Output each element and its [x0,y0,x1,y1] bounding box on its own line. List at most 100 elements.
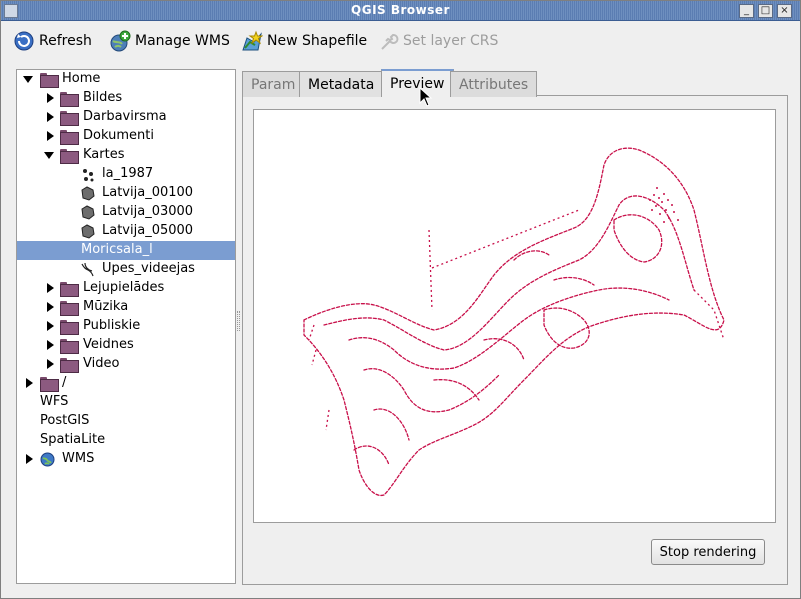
tree-label: / [62,375,67,390]
folder-icon [60,320,79,335]
tree-label: PostGIS [40,413,90,428]
expand-arrow-icon[interactable] [26,454,33,464]
folder-icon [60,149,79,164]
tree-label: Kartes [83,147,125,162]
tab-label: Preview [390,76,445,92]
collapse-arrow-icon[interactable] [23,76,33,83]
tree-item-la-1987[interactable]: la_1987 [17,165,235,184]
tree-item-upes-videejas[interactable]: Upes_videejas [17,260,235,279]
tree-item-muzika[interactable]: Mūzika [17,298,235,317]
stop-rendering-button[interactable]: Stop rendering [651,539,765,565]
window-title: QGIS Browser [351,3,450,17]
expand-arrow-icon[interactable] [47,93,54,103]
refresh-icon [14,31,34,51]
tree-item-veidnes[interactable]: Veidnes [17,336,235,355]
tab-param[interactable]: Param [242,71,305,97]
tree-label: Publiskie [83,318,141,333]
point-layer-icon [83,169,94,182]
tab-attributes[interactable]: Attributes [450,71,538,97]
tree-item-publiskie[interactable]: Publiskie [17,317,235,336]
collapse-arrow-icon[interactable] [44,152,54,159]
maximize-icon[interactable]: □ [758,4,773,18]
close-icon[interactable]: × [777,4,792,18]
tree-item-root[interactable]: / [17,374,235,393]
crs-wrench-icon [381,34,399,50]
expand-arrow-icon[interactable] [47,359,54,369]
tree-item-postgis[interactable]: PostGIS [17,412,235,431]
tree-label: WMS [62,451,95,466]
qgis-browser-window: QGIS Browser _ □ × Refresh Manage WMS Ne… [0,0,801,599]
globe-icon [40,452,55,467]
tree-item-wms[interactable]: WMS [17,450,235,469]
folder-icon [40,73,59,88]
tree-label: Home [62,71,101,86]
tree-label: Lejupielādes [83,280,165,295]
expand-arrow-icon[interactable] [47,283,54,293]
polygon-layer-icon [81,205,95,220]
map-preview[interactable] [253,109,776,523]
tree-label: Video [83,356,120,371]
tree-label: Veidnes [83,337,134,352]
toolbar: Refresh Manage WMS New Shapefile Set lay… [1,22,800,60]
tree-label: WFS [40,394,69,409]
tree-item-home[interactable]: Home [17,70,235,89]
tree-item-spatialite[interactable]: SpatiaLite [17,431,235,450]
polygon-layer-icon [81,224,95,239]
tree-label: la_1987 [102,166,154,181]
tree-label: Upes_videejas [102,261,195,276]
globe-add-icon [110,30,131,52]
set-layer-crs-button[interactable]: Set layer CRS [377,30,498,52]
tab-metadata[interactable]: Metadata [299,71,384,97]
expand-arrow-icon[interactable] [47,302,54,312]
tree-label: SpatiaLite [40,432,106,447]
tree-label: Mūzika [83,299,129,314]
tree-item-bildes[interactable]: Bildes [17,89,235,108]
tree-item-latvija-00100[interactable]: Latvija_00100 [17,184,235,203]
tree-item-wfs[interactable]: WFS [17,393,235,412]
folder-icon [60,111,79,126]
tab-preview[interactable]: Preview [381,69,454,97]
title-bar[interactable]: QGIS Browser _ □ × [1,1,800,21]
refresh-button[interactable]: Refresh [13,30,92,52]
tree-item-lejupielades[interactable]: Lejupielādes [17,279,235,298]
tree-label: Dokumenti [83,128,154,143]
splitter-handle[interactable] [237,311,240,331]
tree-item-darbavirsma[interactable]: Darbavirsma [17,108,235,127]
line-layer-icon [81,262,94,277]
expand-arrow-icon[interactable] [47,112,54,122]
folder-icon [60,92,79,107]
browser-tree[interactable]: Home Bildes Darbavirsma Dokumenti Kartes [16,69,236,584]
map-canvas [303,147,725,497]
folder-icon [60,130,79,145]
tree-label: Latvija_05000 [102,223,194,238]
tree-label: Darbavirsma [83,109,167,124]
tree-label: Moricsala_l [81,242,153,257]
stop-rendering-label: Stop rendering [659,544,757,560]
tree-item-video[interactable]: Video [17,355,235,374]
tree-item-dokumenti[interactable]: Dokumenti [17,127,235,146]
tree-item-moricsala[interactable]: Moricsala_l [17,241,235,260]
minimize-icon[interactable]: _ [739,4,754,18]
polygon-layer-icon [81,186,95,201]
new-shapefile-icon [242,30,263,51]
tab-label: Param [251,76,296,93]
expand-arrow-icon[interactable] [26,378,33,388]
tree-item-kartes[interactable]: Kartes [17,146,235,165]
folder-icon [40,377,59,392]
mouse-cursor-icon [419,87,433,107]
expand-arrow-icon[interactable] [47,131,54,141]
folder-icon [60,282,79,297]
new-shapefile-button[interactable]: New Shapefile [241,30,367,52]
expand-arrow-icon[interactable] [47,340,54,350]
tab-label: Attributes [459,76,529,93]
tree-label: Bildes [83,90,123,105]
tab-label: Metadata [308,76,375,93]
expand-arrow-icon[interactable] [47,321,54,331]
tree-item-latvija-03000[interactable]: Latvija_03000 [17,203,235,222]
tree-item-latvija-05000[interactable]: Latvija_05000 [17,222,235,241]
manage-wms-button[interactable]: Manage WMS [109,30,230,52]
folder-icon [60,358,79,373]
set-layer-crs-label: Set layer CRS [403,33,499,49]
tree-label: Latvija_03000 [102,204,194,219]
folder-icon [60,301,79,316]
